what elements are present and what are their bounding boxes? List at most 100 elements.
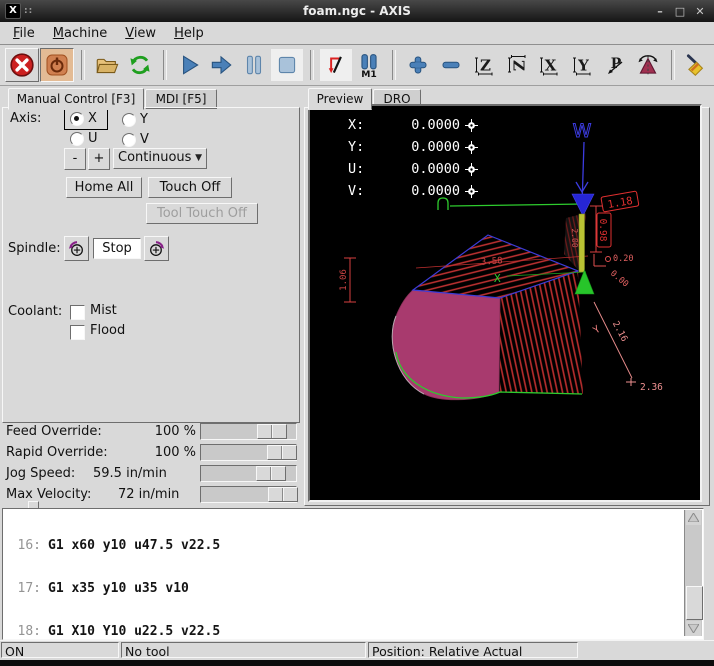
view-front-button[interactable]: Y [566,49,598,81]
crosshair-icon [465,141,478,154]
gcode-listing[interactable]: 16:G1 x60 y10 u47.5 v22.5 17:G1 x35 y10 … [2,508,704,640]
tab-preview[interactable]: Preview [308,88,372,110]
dro-value-v: 0.0000 [374,183,460,199]
scroll-up-icon[interactable] [686,510,701,525]
view-perspective-button[interactable]: P [599,49,631,81]
feed-override-thumb[interactable] [257,424,287,439]
home-all-button[interactable]: Home All [66,177,142,198]
tab-mdi[interactable]: MDI [F5] [145,89,217,109]
gcode-scrollbar[interactable] [684,510,702,636]
run-step-button[interactable] [205,49,237,81]
jog-plus-button[interactable]: + [88,148,110,170]
close-icon[interactable]: ✕ [694,5,706,18]
title-bar: X :: foam.ngc - AXIS – □ ✕ [0,0,714,22]
dim-118: 1.18 [607,195,634,211]
max-velocity-slider[interactable] [200,486,297,503]
jog-speed-label: Jog Speed: [6,466,75,481]
radio-axis-v[interactable] [122,133,136,147]
view-side-button[interactable]: X [533,49,565,81]
preview-canvas[interactable]: 3.58 X W 1.18 [308,104,702,502]
spindle-cw-button[interactable] [144,236,169,261]
max-velocity-thumb[interactable] [268,487,298,502]
rotate-view-button[interactable] [632,49,664,81]
jog-mode-dropdown[interactable]: Continuous ▼ [113,148,207,169]
estop-icon [9,52,35,78]
tab-manual-control[interactable]: Manual Control [F3] [8,88,144,110]
gcode-scroll-thumb[interactable] [686,586,703,620]
dro-axis-u: U: [348,161,374,177]
jog-speed-thumb[interactable] [256,466,286,481]
feed-override-value: 100 % [155,424,196,439]
view-top-button[interactable]: Z [468,49,500,81]
toolbar-separator [81,50,85,80]
toolbar: M1 Z Z X Y [0,45,714,86]
estop-button[interactable] [5,48,39,82]
dim-000: 0.00 [608,269,630,290]
gcode-line[interactable]: 16:G1 x60 y10 u47.5 v22.5 [7,539,220,553]
clear-plot-button[interactable] [681,49,713,81]
stop-button[interactable] [271,49,303,81]
minimize-icon[interactable]: – [654,5,666,18]
jog-mode-value: Continuous [118,150,191,165]
spindle-stop-button[interactable]: Stop [93,238,141,259]
jog-speed-slider[interactable] [200,465,297,482]
spindle-ccw-button[interactable] [64,236,89,261]
machine-power-button[interactable] [40,48,74,82]
x-axis-label: X [494,272,501,285]
skip-slash-icon [323,52,349,78]
step-arrow-icon [208,52,234,78]
tool-cone [572,194,594,216]
w-axis-label: W [573,120,592,142]
jog-minus-button[interactable]: - [64,148,86,170]
toolbar-separator [671,50,675,80]
menu-help[interactable]: Help [165,24,213,43]
menu-file[interactable]: File [4,24,44,43]
rapid-override-thumb[interactable] [267,445,297,460]
zoom-out-button[interactable] [435,49,467,81]
pause-button[interactable] [238,49,270,81]
skip-lines-button[interactable] [320,49,352,81]
m1-pause-icon: M1 [356,52,382,78]
reload-icon [127,52,153,78]
toolbar-separator [163,50,167,80]
run-icon [176,52,202,78]
flood-checkbox[interactable] [70,325,85,340]
spindle-label: Spindle: [8,241,61,256]
open-folder-icon [94,52,120,78]
menu-view[interactable]: View [116,24,165,43]
reload-file-button[interactable] [124,49,156,81]
letter-y-icon: Y [570,53,594,77]
touch-off-button[interactable]: Touch Off [148,177,232,198]
rapid-override-value: 100 % [155,445,196,460]
rapid-override-slider[interactable] [200,444,297,461]
view-rotated-top-button[interactable]: Z [501,49,533,81]
optional-pause-button[interactable]: M1 [353,49,385,81]
scroll-down-icon[interactable] [686,621,701,636]
gcode-line[interactable]: 17:G1 x35 y10 u35 v10 [7,582,220,596]
letter-z-icon: Z [472,53,496,77]
dro-row-v: V: 0.0000 [348,180,478,202]
radio-axis-u[interactable] [70,132,84,146]
jog-speed-row: Jog Speed: 59.5 in/min [0,464,302,485]
feed-override-label: Feed Override: [6,424,102,439]
status-bar: ON No tool Position: Relative Actual [0,640,714,661]
dim-358: 3.58 [481,256,503,267]
radio-axis-x[interactable] [70,112,84,126]
radio-axis-v-label: V [140,132,149,147]
zoom-out-icon [439,53,463,77]
radio-axis-y[interactable] [122,113,136,127]
dro-readout: X: 0.0000 Y: 0.0000 U: 0.0000 [348,114,478,202]
open-file-button[interactable] [91,49,123,81]
feed-override-slider[interactable] [200,423,297,440]
tool-touch-off-button: Tool Touch Off [146,203,258,224]
dro-value-x: 0.0000 [374,117,460,133]
mist-checkbox[interactable] [70,305,85,320]
window-title: foam.ngc - AXIS [0,4,714,18]
run-program-button[interactable] [173,49,205,81]
menu-machine[interactable]: Machine [44,24,116,43]
dro-value-y: 0.0000 [374,139,460,155]
zoom-in-button[interactable] [402,49,434,81]
gcode-line[interactable]: 18:G1 X10 Y10 u22.5 v22.5 [7,625,220,639]
dim-020: 0.20 [613,254,633,264]
maximize-icon[interactable]: □ [674,5,686,18]
